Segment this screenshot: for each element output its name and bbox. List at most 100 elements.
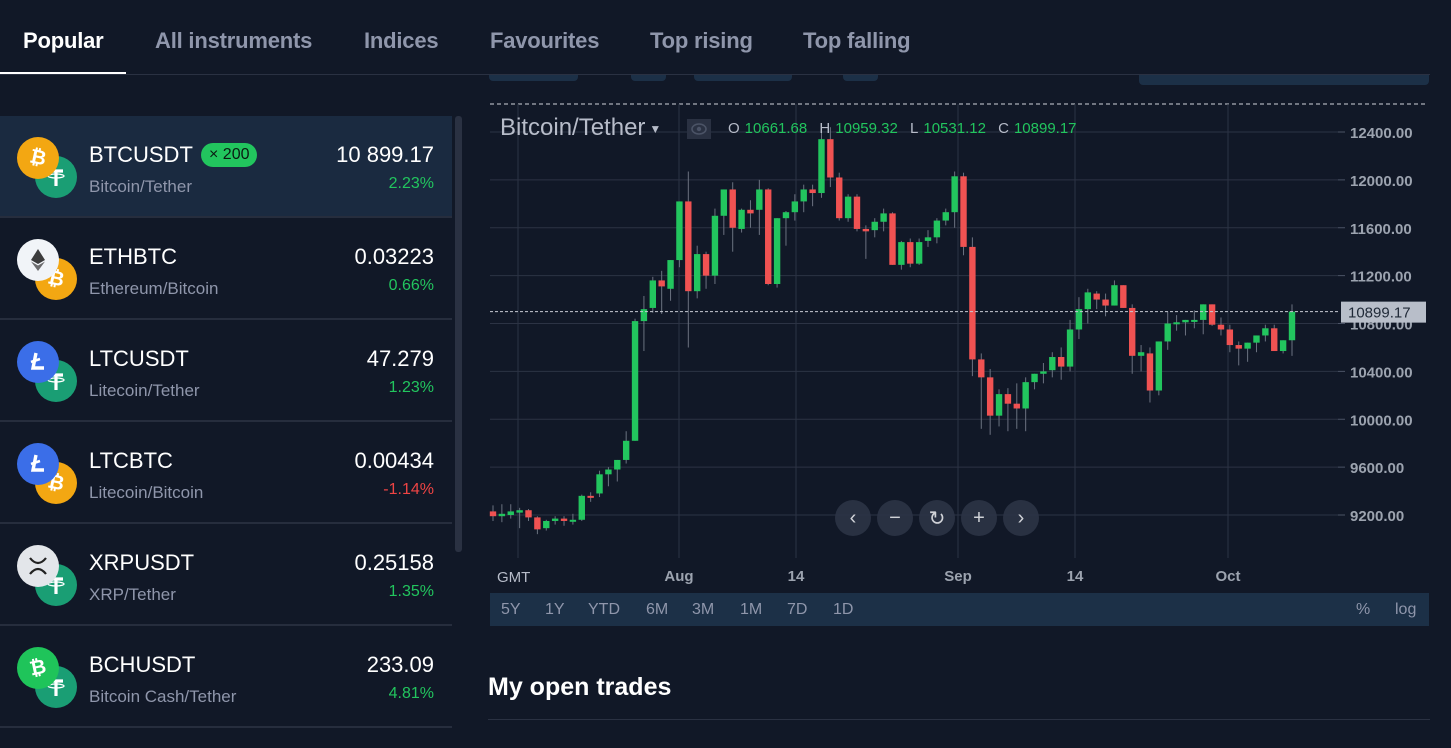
minus-icon: −: [889, 506, 901, 529]
y-tick-label: 9600.00: [1350, 460, 1404, 477]
percent-scale-toggle[interactable]: %: [1356, 601, 1370, 619]
zoom-in-button[interactable]: +: [961, 500, 997, 536]
candle-body: [942, 212, 949, 221]
candle-body: [738, 209, 745, 229]
instrument-row-xrpusdt[interactable]: XRPUSDT XRP/Tether 0.25158 1.35%: [0, 524, 452, 626]
list-scrollbar[interactable]: [455, 116, 462, 552]
scroll-left-button[interactable]: ‹: [835, 500, 871, 536]
instrument-change: -1.14%: [383, 481, 434, 498]
reset-zoom-button[interactable]: ↻: [919, 500, 955, 536]
candle-body: [676, 201, 683, 261]
chart-symbol-selector[interactable]: Bitcoin/Tether ▼: [500, 114, 661, 142]
candle-body: [658, 280, 665, 287]
bitcoin-cash-icon: ₿: [17, 647, 59, 689]
instrument-change: 0.66%: [388, 277, 434, 294]
candle-body: [1120, 285, 1127, 308]
candle-body: [907, 242, 914, 264]
candle-body: [1022, 382, 1029, 409]
candle-body: [782, 212, 790, 219]
instrument-tabs: Popular All instruments Indices Favourit…: [0, 0, 1451, 75]
candle-body: [631, 321, 639, 441]
instrument-row-ltcbtc[interactable]: ₿ LTCBTC Litecoin/Bitcoin 0.00434 -1.14%: [0, 422, 452, 524]
instrument-symbol: LTCUSDT: [89, 346, 189, 371]
ohlc-low-value: 10531.12: [923, 120, 986, 137]
ohlc-high-value: 10959.32: [835, 120, 898, 137]
candle-body: [1164, 323, 1171, 342]
candle-body: [1182, 319, 1189, 323]
instrument-name: XRP/Tether: [89, 585, 176, 604]
candle-body: [498, 513, 506, 517]
candle-body: [915, 242, 923, 264]
candle-body: [1262, 328, 1269, 336]
instrument-row-bchusdt[interactable]: ₿ BCHUSDT Bitcoin Cash/Tether 233.09 4.81%: [0, 626, 452, 728]
candle-body: [1031, 373, 1038, 383]
range-6m[interactable]: 6M: [646, 601, 668, 619]
tab-indices[interactable]: Indices: [364, 28, 439, 54]
candle-body: [800, 189, 807, 202]
range-1y[interactable]: 1Y: [545, 601, 565, 619]
instrument-symbol: ETHBTC: [89, 244, 177, 269]
instrument-change: 4.81%: [388, 685, 434, 702]
candle-body: [534, 517, 541, 530]
range-ytd[interactable]: YTD: [588, 601, 620, 619]
candle-body: [693, 254, 701, 292]
candle-body: [1075, 309, 1083, 330]
instrument-symbol: BCHUSDT: [89, 652, 196, 677]
candle-body: [862, 228, 870, 232]
scroll-right-button[interactable]: ›: [1003, 500, 1039, 536]
chevron-left-icon: ‹: [849, 506, 857, 529]
range-1m[interactable]: 1M: [740, 601, 762, 619]
tab-top-falling[interactable]: Top falling: [803, 28, 911, 54]
open-trades-heading: My open trades: [488, 673, 672, 701]
candle-body: [605, 469, 612, 475]
candle-body: [1173, 322, 1180, 325]
toolbar-button[interactable]: [489, 75, 578, 81]
x-tick-label: 14: [1067, 568, 1084, 585]
chart-navigation: ‹ − ↻ + ›: [835, 500, 1039, 536]
eye-icon[interactable]: [687, 119, 711, 139]
toolbar-button[interactable]: [1139, 75, 1429, 85]
tab-popular[interactable]: Popular: [23, 28, 104, 54]
toolbar-button[interactable]: [631, 75, 666, 81]
instrument-symbol: BTCUSDT: [89, 142, 193, 167]
candle-body: [1217, 324, 1225, 330]
candle-body: [1146, 353, 1154, 391]
range-7d[interactable]: 7D: [787, 601, 807, 619]
instrument-price: 233.09: [366, 652, 434, 677]
toolbar-button[interactable]: [694, 75, 792, 81]
zoom-out-button[interactable]: −: [877, 500, 913, 536]
candle-body: [720, 189, 728, 216]
candle-body: [995, 394, 1003, 416]
candle-body: [649, 280, 656, 308]
y-tick-label: 12000.00: [1350, 173, 1413, 190]
ohlc-close-label: C: [998, 120, 1009, 137]
toolbar-button[interactable]: [843, 75, 878, 81]
x-tick-label: 14: [788, 568, 805, 585]
range-1d[interactable]: 1D: [833, 601, 853, 619]
candle-body: [836, 177, 843, 219]
candle-body: [543, 520, 550, 529]
candle-body: [1191, 319, 1198, 322]
log-scale-toggle[interactable]: log: [1395, 601, 1416, 619]
svg-text:₿: ₿: [28, 146, 49, 171]
tab-favourites[interactable]: Favourites: [490, 28, 599, 54]
bitcoin-icon: ₿: [17, 137, 59, 179]
candle-body: [640, 309, 648, 322]
candle-body: [578, 495, 585, 520]
instrument-row-ltcusdt[interactable]: LTCUSDT Litecoin/Tether 47.279 1.23%: [0, 320, 452, 422]
tab-top-rising[interactable]: Top rising: [650, 28, 753, 54]
instrument-change: 1.23%: [388, 379, 434, 396]
candle-body: [596, 474, 603, 494]
instrument-row-btcusdt[interactable]: ₿ BTCUSDT Bitcoin/Tether 10 899.17 2.23% × 20…: [0, 116, 452, 218]
candle-body: [1288, 311, 1296, 341]
open-trades-divider: [488, 719, 1430, 720]
tab-all-instruments[interactable]: All instruments: [155, 28, 312, 54]
price-chart[interactable]: 12400.00 12000.00 11600.00 11200.00 10800.00…: [488, 96, 1431, 626]
instrument-price: 0.00434: [354, 448, 434, 473]
instrument-row-ethbtc[interactable]: ₿ ETHBTC Ethereum/Bitcoin 0.03223 0.66%: [0, 218, 452, 320]
instrument-list: ₿ BTCUSDT Bitcoin/Tether 10 899.17 2.23% × 20…: [0, 116, 452, 748]
range-5y[interactable]: 5Y: [501, 601, 521, 619]
range-3m[interactable]: 3M: [692, 601, 714, 619]
candle-body: [1137, 352, 1145, 356]
candle-body: [951, 176, 958, 213]
